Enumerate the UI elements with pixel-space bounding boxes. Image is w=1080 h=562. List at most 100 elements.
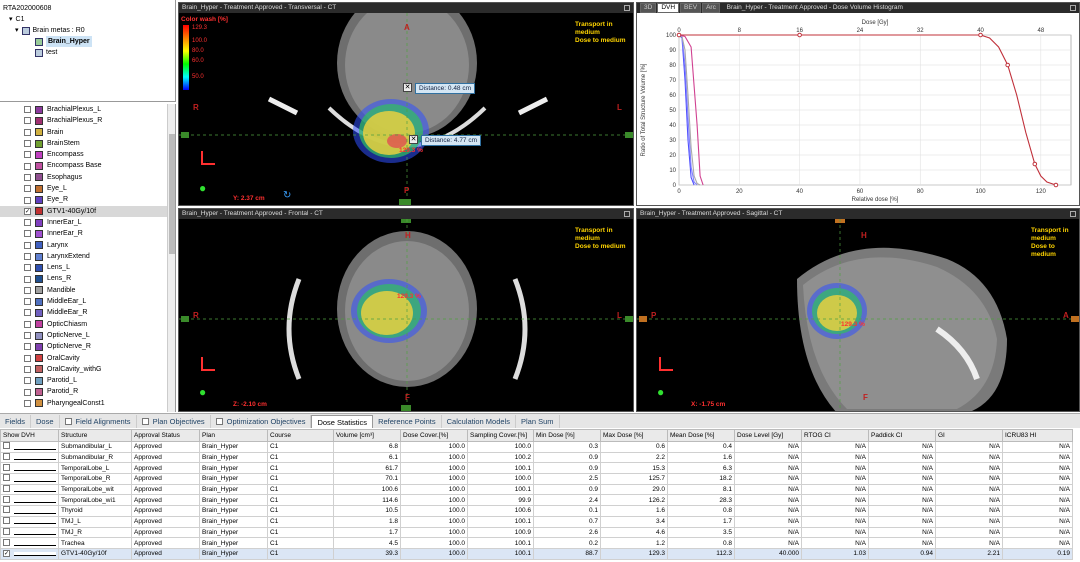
structure-checkbox[interactable] (24, 286, 31, 294)
column-header[interactable]: ICRU83 HI (1002, 429, 1073, 442)
column-header[interactable]: RTOG CI (801, 429, 869, 442)
tab-checkbox[interactable] (64, 418, 72, 425)
structure-checkbox[interactable] (24, 332, 31, 340)
maximize-icon[interactable] (624, 5, 630, 11)
structure-checkbox[interactable] (24, 162, 31, 170)
structure-row[interactable]: Larynx (0, 240, 175, 251)
structure-row[interactable]: OpticNerve_R (0, 341, 175, 352)
structure-row[interactable]: ✓ GTV1-40Gy/10f (0, 205, 175, 217)
structure-row[interactable]: Encompass (0, 149, 175, 160)
structure-checkbox[interactable] (24, 399, 31, 407)
structure-checkbox[interactable] (24, 320, 31, 328)
structure-checkbox[interactable] (24, 196, 31, 204)
tree-course[interactable]: ▾ C1 (3, 14, 172, 25)
tab-checkbox[interactable] (141, 418, 149, 425)
structure-checkbox[interactable] (24, 185, 31, 193)
sagittal-view[interactable]: Brain_Hyper - Treatment Approved - Sagit… (636, 208, 1080, 412)
collapse-icon[interactable]: ▾ (15, 25, 19, 36)
dvh-tab-3d[interactable]: 3D (640, 3, 657, 13)
structure-checkbox[interactable] (24, 230, 31, 238)
structure-scrollbar[interactable] (167, 104, 175, 412)
tab-optimization-objectives[interactable]: Optimization Objectives (211, 415, 312, 428)
structure-checkbox[interactable] (24, 173, 31, 181)
structure-row[interactable]: InnerEar_L (0, 217, 175, 228)
show-dvh-cell[interactable] (0, 483, 59, 496)
show-dvh-checkbox[interactable]: ✓ (3, 550, 10, 558)
column-header[interactable]: Volume [cm³] (333, 429, 401, 442)
structure-checkbox[interactable] (24, 241, 31, 249)
structure-checkbox[interactable] (24, 343, 31, 351)
dvh-tab-arc[interactable]: Arc (702, 3, 720, 13)
column-header[interactable]: Plan (199, 429, 268, 442)
show-dvh-cell[interactable] (0, 441, 59, 453)
column-header[interactable]: Dose Cover.[%] (400, 429, 468, 442)
show-dvh-checkbox[interactable] (3, 474, 10, 482)
table-row[interactable]: TemporalLobe_wi1 Approved Brain_Hyper C1 114… (0, 494, 1073, 507)
table-row[interactable]: Submandibular_R Approved Brain_Hyper C1 6.1 1… (0, 451, 1073, 464)
structure-checkbox[interactable] (24, 309, 31, 317)
show-dvh-checkbox[interactable] (3, 506, 10, 514)
dvh-tab-bev[interactable]: BEV (680, 3, 702, 13)
structure-row[interactable]: Parotid_R (0, 386, 175, 397)
structure-checkbox[interactable] (24, 365, 31, 373)
column-header[interactable]: Approval Status (131, 429, 200, 442)
show-dvh-cell[interactable] (0, 537, 59, 549)
structure-row[interactable]: Eye_L (0, 183, 175, 194)
show-dvh-cell[interactable] (0, 451, 59, 464)
column-header[interactable]: Structure (58, 429, 132, 442)
structure-row[interactable]: BrachialPlexus_R (0, 115, 175, 126)
column-header[interactable]: Show DVH (0, 429, 59, 442)
structure-checkbox[interactable] (24, 106, 31, 114)
structure-checkbox[interactable] (24, 298, 31, 306)
structure-row[interactable]: OralCavity (0, 353, 175, 364)
tab-plan-sum[interactable]: Plan Sum (516, 415, 560, 428)
table-row[interactable]: TemporalLobe_wit Approved Brain_Hyper C1 100… (0, 483, 1073, 496)
maximize-icon[interactable] (1070, 5, 1076, 11)
structure-row[interactable]: Lens_R (0, 273, 175, 284)
tab-checkbox[interactable] (215, 418, 223, 425)
tab-calculation-models[interactable]: Calculation Models (442, 415, 516, 428)
structure-checkbox[interactable] (24, 377, 31, 385)
structure-checkbox[interactable] (24, 117, 31, 125)
show-dvh-checkbox[interactable] (3, 463, 10, 471)
rotate-icon[interactable]: ↻ (283, 190, 291, 201)
column-header[interactable]: GI (935, 429, 1003, 442)
tab-reference-points[interactable]: Reference Points (373, 415, 442, 428)
structure-checkbox[interactable] (24, 151, 31, 159)
tab-fields[interactable]: Fields (0, 415, 32, 428)
tab-plan-objectives[interactable]: Plan Objectives (137, 415, 211, 428)
tab-dose[interactable]: Dose (31, 415, 60, 428)
structure-row[interactable]: OpticNerve_L (0, 330, 175, 341)
tree-test[interactable]: test (3, 47, 172, 58)
column-header[interactable]: Max Dose [%] (600, 429, 668, 442)
structure-checkbox[interactable] (24, 128, 31, 136)
structure-row[interactable]: MiddleEar_R (0, 307, 175, 318)
structure-checkbox[interactable] (24, 219, 31, 227)
table-row[interactable]: TMJ_L Approved Brain_Hyper C1 1.8 100.0 100.1 0… (0, 515, 1073, 528)
structure-checkbox[interactable] (24, 264, 31, 272)
show-dvh-cell[interactable] (0, 473, 59, 485)
structure-row[interactable]: BrainStem (0, 138, 175, 149)
table-row[interactable]: TemporalLobe_R Approved Brain_Hyper C1 70.1 1… (0, 473, 1073, 485)
show-dvh-checkbox[interactable] (3, 442, 10, 450)
structure-checkbox[interactable] (24, 140, 31, 148)
tree-plan[interactable]: Brain_Hyper (3, 36, 172, 47)
show-dvh-cell[interactable]: ✓ (0, 547, 59, 560)
structure-row[interactable]: MiddleEar_L (0, 296, 175, 307)
structure-row[interactable]: BrachialPlexus_L (0, 104, 175, 115)
table-row[interactable]: Trachea Approved Brain_Hyper C1 4.5 100.0 100.… (0, 537, 1073, 549)
close-icon[interactable]: ✕ (403, 83, 412, 92)
show-dvh-checkbox[interactable] (3, 495, 10, 503)
show-dvh-checkbox[interactable] (3, 538, 10, 546)
maximize-icon[interactable] (624, 211, 630, 217)
structure-row[interactable]: Brain (0, 127, 175, 138)
structure-row[interactable]: Encompass Base (0, 160, 175, 171)
column-header[interactable]: Min Dose [%] (533, 429, 601, 442)
tree-root[interactable]: RTA202000608 (3, 3, 172, 14)
structure-row[interactable]: LarynxExtend (0, 251, 175, 262)
structure-row[interactable]: Mandible (0, 285, 175, 296)
tree-metas[interactable]: ▾ Brain metas : R0 (3, 25, 172, 36)
close-icon[interactable]: ✕ (409, 135, 418, 144)
table-row[interactable]: ✓ GTV1-40Gy/10f Approved Brain_Hyper C1 39.3 1… (0, 547, 1073, 560)
structure-checkbox[interactable] (24, 275, 31, 283)
